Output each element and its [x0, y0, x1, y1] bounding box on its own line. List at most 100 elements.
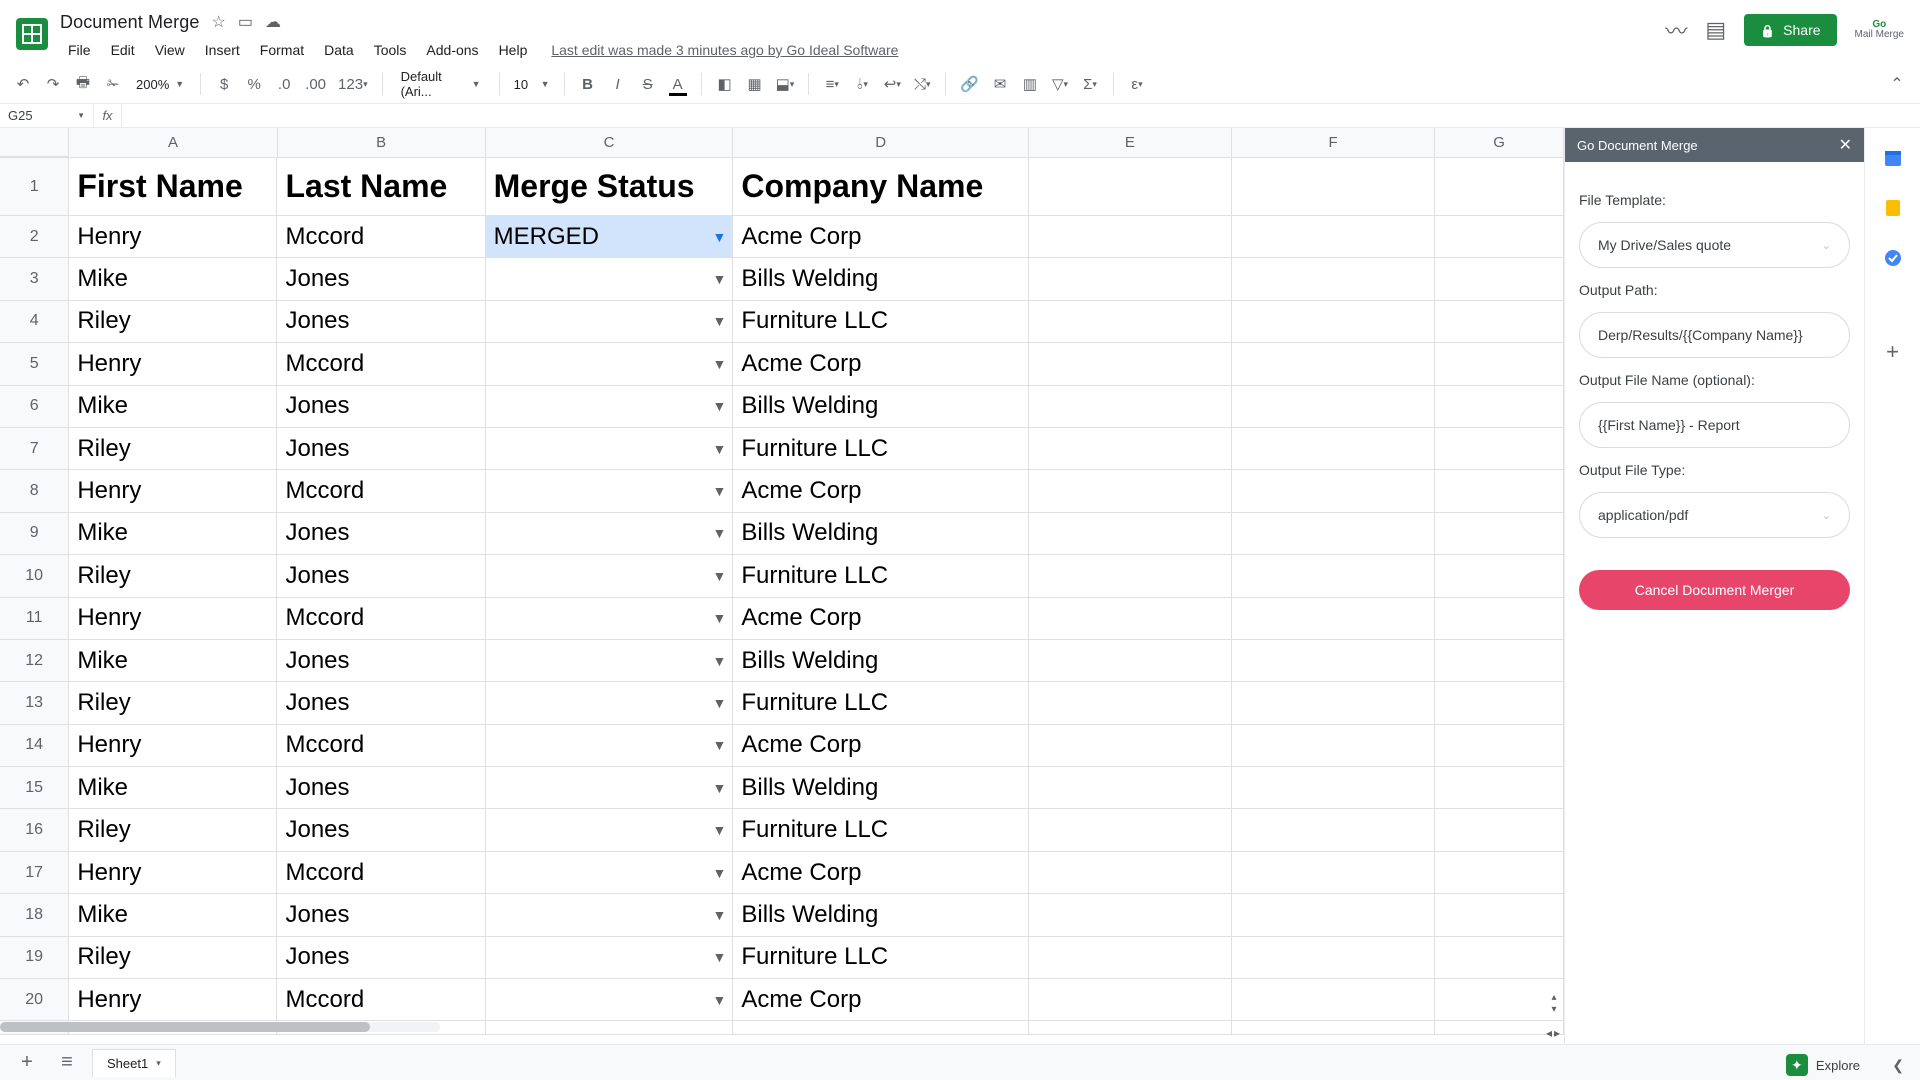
cell-F11[interactable] — [1232, 598, 1435, 639]
cell-D21[interactable] — [733, 1021, 1028, 1034]
cell-A13[interactable]: Riley — [69, 682, 277, 723]
cell-G2[interactable] — [1435, 216, 1564, 257]
cell-B2[interactable]: Mccord — [277, 216, 485, 257]
menu-help[interactable]: Help — [491, 38, 536, 62]
row-header-10[interactable]: 10 — [0, 555, 69, 596]
row-header-6[interactable]: 6 — [0, 386, 69, 427]
cell-A6[interactable]: Mike — [69, 386, 277, 427]
dropdown-icon[interactable]: ▼ — [713, 695, 727, 711]
header-cell-G[interactable] — [1435, 158, 1564, 215]
cell-A8[interactable]: Henry — [69, 470, 277, 511]
close-side-panel-button[interactable]: ✕ — [1839, 135, 1852, 155]
cell-F18[interactable] — [1232, 894, 1435, 935]
font-size-select[interactable]: 10▼ — [510, 77, 554, 92]
header-cell-F[interactable] — [1232, 158, 1435, 215]
cell-E5[interactable] — [1029, 343, 1232, 384]
header-cell-E[interactable] — [1029, 158, 1232, 215]
cell-A5[interactable]: Henry — [69, 343, 277, 384]
cell-B15[interactable]: Jones — [277, 767, 485, 808]
filter-button[interactable]: ▽▾ — [1047, 70, 1073, 98]
row-header-5[interactable]: 5 — [0, 343, 69, 384]
cell-G20[interactable] — [1435, 979, 1564, 1020]
bold-button[interactable]: B — [575, 70, 601, 98]
increase-decimal-button[interactable]: .00 — [301, 70, 330, 98]
cell-B19[interactable]: Jones — [277, 937, 485, 978]
cell-G15[interactable] — [1435, 767, 1564, 808]
cell-F10[interactable] — [1232, 555, 1435, 596]
cell-C2[interactable]: MERGED▼ — [486, 216, 734, 257]
horizontal-scrollbar[interactable] — [0, 1022, 440, 1032]
text-wrap-button[interactable]: ↩▾ — [879, 70, 905, 98]
row-header-19[interactable]: 19 — [0, 937, 69, 978]
cell-G21[interactable] — [1435, 1021, 1564, 1034]
cell-F13[interactable] — [1232, 682, 1435, 723]
cell-F16[interactable] — [1232, 809, 1435, 850]
comments-icon[interactable]: ▤ — [1705, 17, 1726, 43]
cell-G4[interactable] — [1435, 301, 1564, 342]
cell-B17[interactable]: Mccord — [277, 852, 485, 893]
tasks-sidebar-icon[interactable] — [1881, 246, 1905, 270]
cell-A14[interactable]: Henry — [69, 725, 277, 766]
cell-C17[interactable]: ▼ — [486, 852, 734, 893]
cell-E13[interactable] — [1029, 682, 1232, 723]
cell-A11[interactable]: Henry — [69, 598, 277, 639]
add-sidebar-icon[interactable]: + — [1881, 340, 1905, 364]
italic-button[interactable]: I — [605, 70, 631, 98]
cell-G9[interactable] — [1435, 513, 1564, 554]
output-path-input[interactable]: Derp/Results/{{Company Name}} — [1579, 312, 1850, 358]
row-header-16[interactable]: 16 — [0, 809, 69, 850]
header-cell-D[interactable]: Company Name — [733, 158, 1028, 215]
output-file-type-select[interactable]: application/pdf⌄ — [1579, 492, 1850, 538]
cell-B12[interactable]: Jones — [277, 640, 485, 681]
cell-B10[interactable]: Jones — [277, 555, 485, 596]
header-cell-C[interactable]: Merge Status — [486, 158, 734, 215]
cell-B6[interactable]: Jones — [277, 386, 485, 427]
cell-A2[interactable]: Henry — [69, 216, 277, 257]
cell-E20[interactable] — [1029, 979, 1232, 1020]
cell-B16[interactable]: Jones — [277, 809, 485, 850]
extension-logo[interactable]: Go Mail Merge — [1855, 20, 1904, 40]
menu-format[interactable]: Format — [252, 38, 312, 62]
dropdown-icon[interactable]: ▼ — [713, 398, 727, 414]
cell-D10[interactable]: Furniture LLC — [733, 555, 1028, 596]
cell-D9[interactable]: Bills Welding — [733, 513, 1028, 554]
dropdown-icon[interactable]: ▼ — [713, 271, 727, 287]
row-header-12[interactable]: 12 — [0, 640, 69, 681]
cell-C19[interactable]: ▼ — [486, 937, 734, 978]
row-header-13[interactable]: 13 — [0, 682, 69, 723]
cell-A10[interactable]: Riley — [69, 555, 277, 596]
cell-E2[interactable] — [1029, 216, 1232, 257]
name-box[interactable]: G25▼ — [0, 104, 94, 127]
cell-G10[interactable] — [1435, 555, 1564, 596]
cell-E19[interactable] — [1029, 937, 1232, 978]
move-icon[interactable]: ▭ — [238, 12, 253, 32]
cell-A18[interactable]: Mike — [69, 894, 277, 935]
input-tools-button[interactable]: ε▾ — [1124, 70, 1150, 98]
insert-link-button[interactable]: 🔗 — [956, 70, 983, 98]
format-currency-button[interactable]: $ — [211, 70, 237, 98]
row-header-17[interactable]: 17 — [0, 852, 69, 893]
strikethrough-button[interactable]: S — [635, 70, 661, 98]
cell-F6[interactable] — [1232, 386, 1435, 427]
cell-D4[interactable]: Furniture LLC — [733, 301, 1028, 342]
cell-B8[interactable]: Mccord — [277, 470, 485, 511]
merge-cells-button[interactable]: ⬓▾ — [772, 70, 799, 98]
cell-B9[interactable]: Jones — [277, 513, 485, 554]
row-header-2[interactable]: 2 — [0, 216, 69, 257]
cell-D6[interactable]: Bills Welding — [733, 386, 1028, 427]
cell-A9[interactable]: Mike — [69, 513, 277, 554]
cell-C9[interactable]: ▼ — [486, 513, 734, 554]
cell-A20[interactable]: Henry — [69, 979, 277, 1020]
cell-F19[interactable] — [1232, 937, 1435, 978]
cell-E16[interactable] — [1029, 809, 1232, 850]
cell-C21[interactable] — [486, 1021, 734, 1034]
cell-E21[interactable] — [1029, 1021, 1232, 1034]
row-header-18[interactable]: 18 — [0, 894, 69, 935]
cell-D12[interactable]: Bills Welding — [733, 640, 1028, 681]
cell-D11[interactable]: Acme Corp — [733, 598, 1028, 639]
format-percent-button[interactable]: % — [241, 70, 267, 98]
menu-file[interactable]: File — [60, 38, 99, 62]
cell-E15[interactable] — [1029, 767, 1232, 808]
cell-E8[interactable] — [1029, 470, 1232, 511]
collapse-toolbar-button[interactable]: ⌃ — [1884, 71, 1910, 97]
